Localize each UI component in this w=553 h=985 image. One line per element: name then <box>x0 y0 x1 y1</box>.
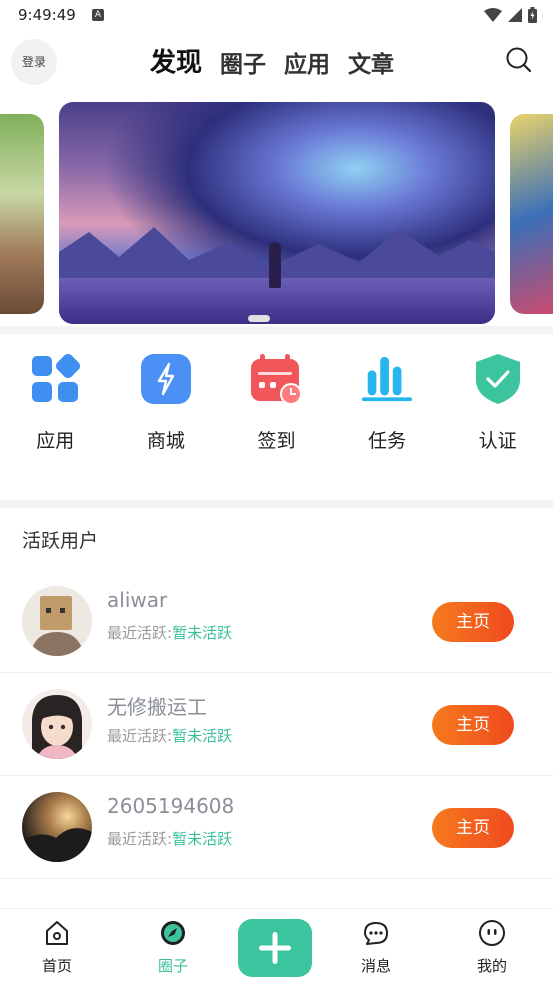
profile-icon <box>479 920 505 946</box>
quick-action-label: 签到 <box>257 430 296 452</box>
quick-action-label: 任务 <box>368 430 407 452</box>
quick-action-label: 商城 <box>146 430 185 452</box>
quick-actions: 应用 商城 签到 任务 认证 <box>0 352 553 472</box>
last-active-label: 最近活跃: <box>107 624 173 642</box>
avatar[interactable] <box>22 689 92 759</box>
bottom-nav: 首页 圈子 消息 我的 <box>0 908 553 985</box>
add-post-button[interactable] <box>238 919 312 977</box>
user-home-button[interactable]: 主页 <box>432 705 514 745</box>
divider <box>0 326 553 334</box>
battery-icon <box>528 7 537 23</box>
quick-action-tasks[interactable]: 任务 <box>332 352 443 472</box>
status-bar: 9:49:49 A <box>0 0 553 32</box>
nav-label: 圈子 <box>157 957 188 975</box>
user-name: 无修搬运工 <box>107 695 207 719</box>
banner-figure <box>269 242 281 288</box>
search-icon[interactable] <box>505 46 533 74</box>
last-active-value: 暂未活跃 <box>172 830 233 848</box>
nav-label: 首页 <box>41 957 72 975</box>
nav-label: 消息 <box>360 957 391 975</box>
user-home-button[interactable]: 主页 <box>432 808 514 848</box>
user-last-active: 最近活跃:暂未活跃 <box>107 828 232 849</box>
user-home-button[interactable]: 主页 <box>432 602 514 642</box>
status-time: 9:49:49 <box>18 6 76 24</box>
banner-slide-next[interactable] <box>510 114 553 314</box>
compass-icon <box>161 921 185 945</box>
tab-circle[interactable]: 圈子 <box>220 45 266 79</box>
quick-action-apps[interactable]: 应用 <box>0 352 111 472</box>
top-tabs: 发现 圈子 应用 文章 <box>150 42 394 79</box>
user-name: aliwar <box>107 588 168 612</box>
shield-check-icon <box>471 352 525 406</box>
quick-action-label: 应用 <box>36 430 75 452</box>
signal-icon <box>508 8 522 22</box>
user-last-active: 最近活跃:暂未活跃 <box>107 725 232 746</box>
last-active-value: 暂未活跃 <box>172 727 233 745</box>
quick-action-mall[interactable]: 商城 <box>111 352 222 472</box>
apps-grid-icon <box>28 352 82 406</box>
nav-circle[interactable]: 圈子 <box>133 919 213 976</box>
banner-slide-current[interactable] <box>59 102 495 324</box>
home-icon <box>46 921 68 945</box>
tab-apps[interactable]: 应用 <box>284 45 330 79</box>
wifi-icon <box>484 8 502 22</box>
last-active-value: 暂未活跃 <box>172 624 233 642</box>
bar-chart-icon <box>360 352 414 406</box>
calendar-icon <box>249 352 303 406</box>
login-button[interactable]: 登录 <box>11 39 57 85</box>
banner-carousel[interactable] <box>0 102 553 326</box>
notification-a-icon: A <box>92 9 104 21</box>
last-active-label: 最近活跃: <box>107 727 173 745</box>
user-row[interactable]: 2605194608 最近活跃:暂未活跃 主页 <box>0 776 553 879</box>
quick-action-checkin[interactable]: 签到 <box>221 352 332 472</box>
status-icons <box>484 7 537 23</box>
user-name: 2605194608 <box>107 794 235 818</box>
user-last-active: 最近活跃:暂未活跃 <box>107 622 232 643</box>
banner-slide-prev[interactable] <box>0 114 44 314</box>
nav-me[interactable]: 我的 <box>452 919 532 976</box>
lightning-icon <box>139 352 193 406</box>
top-header: 登录 发现 圈子 应用 文章 <box>0 36 553 88</box>
user-row[interactable]: aliwar 最近活跃:暂未活跃 主页 <box>0 570 553 673</box>
quick-action-verify[interactable]: 认证 <box>442 352 553 472</box>
carousel-indicator <box>248 315 270 322</box>
avatar[interactable] <box>22 586 92 656</box>
avatar[interactable] <box>22 792 92 862</box>
tab-discover[interactable]: 发现 <box>150 42 202 79</box>
nav-messages[interactable]: 消息 <box>336 919 416 976</box>
active-users-title: 活跃用户 <box>22 530 99 552</box>
tab-articles[interactable]: 文章 <box>348 45 394 79</box>
last-active-label: 最近活跃: <box>107 830 173 848</box>
nav-home[interactable]: 首页 <box>17 919 97 976</box>
divider <box>0 500 553 508</box>
user-row[interactable]: 无修搬运工 最近活跃:暂未活跃 主页 <box>0 673 553 776</box>
nav-label: 我的 <box>476 957 507 975</box>
plus-icon <box>259 932 291 964</box>
quick-action-label: 认证 <box>478 430 517 452</box>
chat-icon <box>364 922 388 945</box>
